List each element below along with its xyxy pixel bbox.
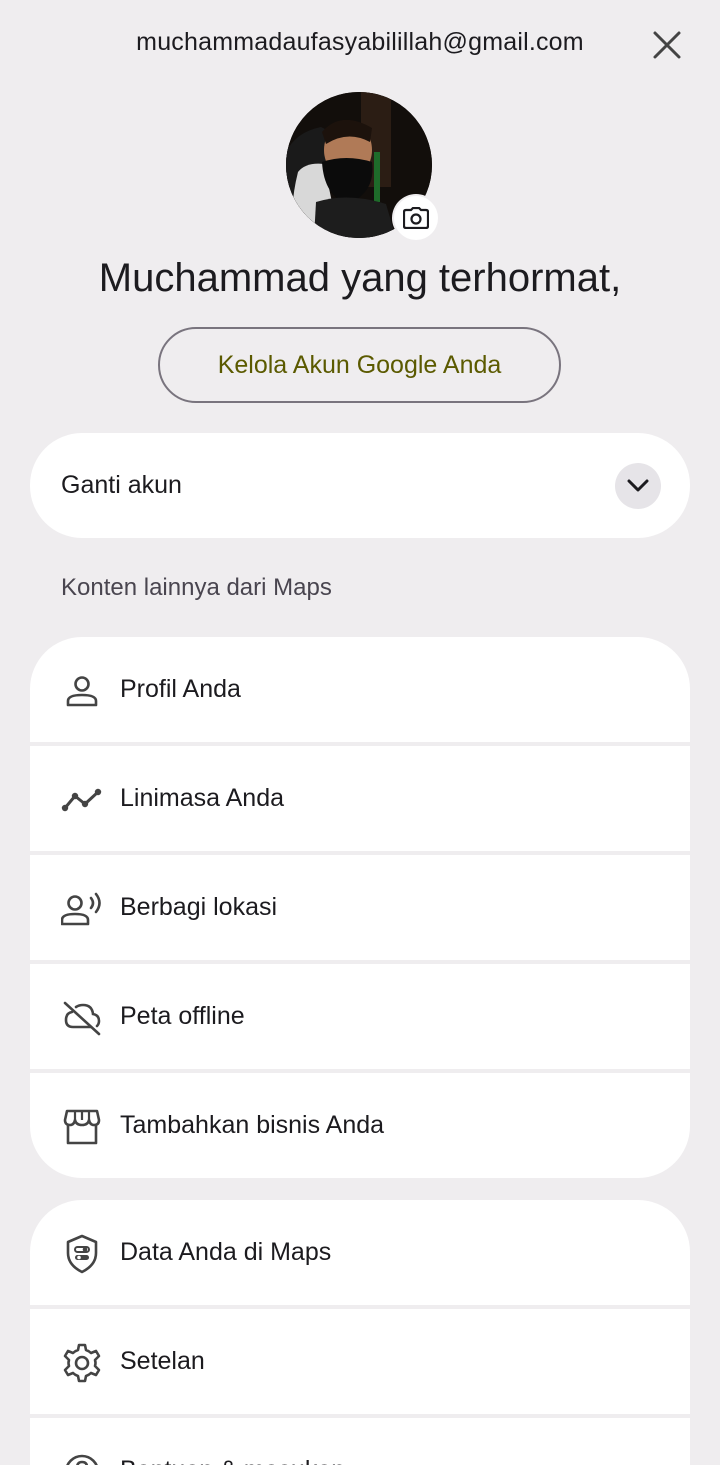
menu-item-offline-maps[interactable]: Peta offline [30,964,690,1069]
menu-item-label: Linimasa Anda [120,784,285,812]
close-icon [653,31,681,59]
close-button[interactable] [644,22,690,68]
chevron-down-icon [627,479,649,492]
change-photo-button[interactable] [394,196,438,240]
person-icon [66,676,98,707]
menu-item-label: Tambahkan bisnis Anda [120,1111,385,1139]
location-sharing-icon [61,892,101,926]
gear-icon [63,1343,101,1383]
menu-item-location-sharing[interactable]: Berbagi lokasi [30,855,690,960]
menu-item-your-data[interactable]: Data Anda di Maps [30,1200,690,1305]
menu-item-timeline[interactable]: Linimasa Anda [30,746,690,851]
avatar-container[interactable] [286,92,438,240]
menu-item-add-business[interactable]: Tambahkan bisnis Anda [30,1073,690,1178]
menu-item-label: Berbagi lokasi [120,893,278,921]
switch-account-row[interactable]: Ganti akun [30,433,690,538]
switch-account-label: Ganti akun [61,471,182,499]
account-email: muchammadaufasyabilillah@gmail.com [136,28,584,56]
greeting-title: Muchammad yang terhormat, [98,256,622,300]
menu-item-label: Peta offline [120,1002,245,1030]
shield-icon [66,1234,98,1274]
section-title: Konten lainnya dari Maps [61,574,332,601]
menu-item-settings[interactable]: Setelan [30,1309,690,1414]
menu-item-help[interactable]: Bantuan & masukan [30,1418,690,1465]
camera-icon [403,207,429,229]
help-icon [66,1454,98,1465]
menu-group-maps: Profil Anda Linimasa Anda Berbagi lokasi [30,637,690,1178]
manage-account-button[interactable]: Kelola Akun Google Anda [158,327,561,403]
timeline-icon [61,788,102,812]
expand-accounts-button[interactable] [615,463,661,509]
menu-item-label: Data Anda di Maps [120,1238,332,1266]
menu-item-label: Bantuan & masukan [120,1456,345,1465]
menu-item-label: Setelan [120,1347,205,1375]
menu-item-profile[interactable]: Profil Anda [30,637,690,742]
cloud-off-icon [63,1001,101,1036]
storefront-icon [63,1109,101,1145]
menu-group-settings: Data Anda di Maps Setelan Bantuan & masu… [30,1200,690,1465]
menu-item-label: Profil Anda [120,675,241,703]
